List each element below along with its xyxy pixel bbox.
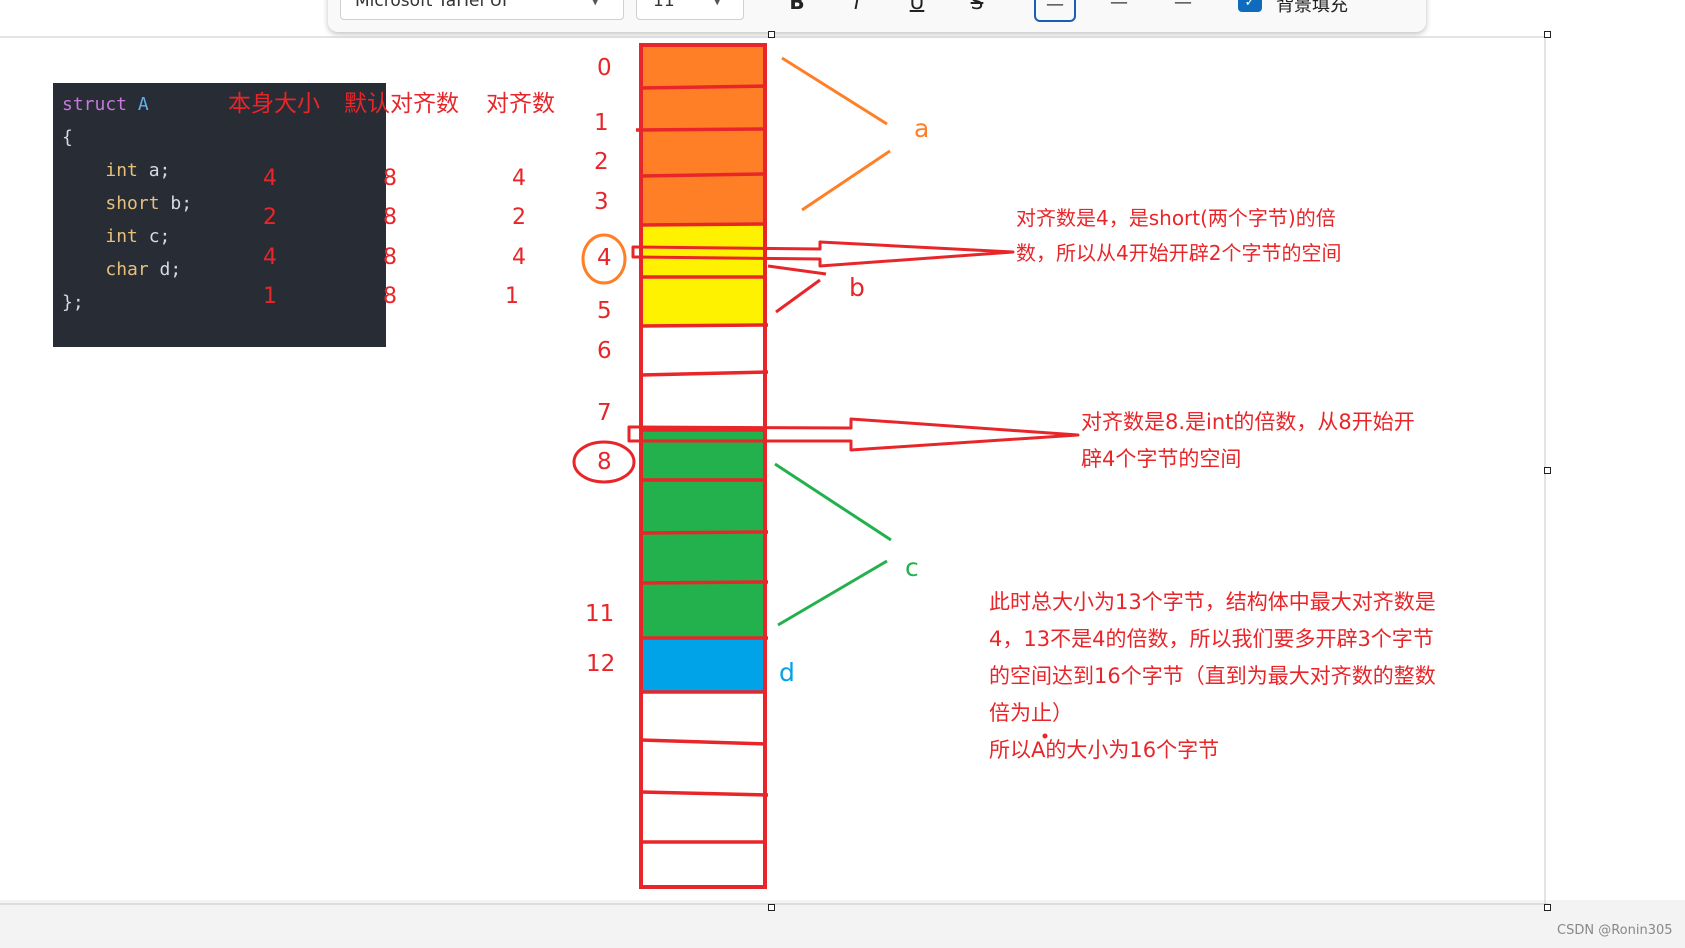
bracket-line — [801, 149, 891, 212]
row-divider — [640, 84, 768, 90]
row-divider — [640, 323, 769, 328]
member-label-b: b — [849, 273, 865, 302]
member-label-d: d — [779, 658, 795, 687]
offset-label-4: 4 — [597, 245, 612, 271]
row-divider — [640, 790, 769, 797]
memory-cell-d — [642, 638, 764, 692]
bracket-line — [774, 462, 892, 542]
note-total: 此时总大小为13个字节，结构体中最大对齐数是 4，13不是4的倍数，所以我们要多… — [989, 584, 1436, 769]
offset-label-0: 0 — [597, 55, 612, 81]
note-total-line: 4，13不是4的倍数，所以我们要多开辟3个字节 — [989, 627, 1434, 651]
row-divider — [640, 738, 768, 746]
offset-label-8: 8 — [597, 449, 612, 475]
offset-label-12: 12 — [586, 651, 616, 677]
row-divider — [640, 580, 769, 585]
row-divider — [640, 172, 767, 178]
offset-label-3: 3 — [594, 189, 609, 215]
memory-cell-b — [642, 225, 764, 325]
row-divider — [640, 222, 767, 227]
note-b: 对齐数是4，是short(两个字节)的倍 数，所以从4开始开辟2个字节的空间 — [1016, 201, 1341, 271]
member-label-c: c — [905, 553, 919, 582]
row-divider — [635, 127, 768, 132]
row-divider — [640, 370, 769, 377]
memory-layout-diagram — [572, 43, 1080, 889]
offset-label-6: 6 — [597, 338, 612, 364]
offset-label-11: 11 — [585, 601, 615, 627]
bracket-a — [781, 56, 891, 212]
bracket-line — [781, 56, 888, 126]
note-total-line: 倍为止） — [989, 701, 1073, 725]
note-c: 对齐数是8.是int的倍数，从8开始开 辟4个字节的空间 — [1081, 404, 1415, 478]
note-total-line: 的空间达到16个字节（直到为最大对齐数的整数 — [989, 664, 1436, 688]
note-total-line: 此时总大小为13个字节，结构体中最大对齐数是 — [989, 590, 1436, 614]
watermark: CSDN @Ronin305 — [1557, 923, 1673, 938]
note-b-line: 对齐数是4，是short(两个字节)的倍 — [1016, 206, 1336, 230]
bracket-b — [767, 264, 827, 314]
offset-label-2: 2 — [594, 149, 609, 175]
note-b-line: 数，所以从4开始开辟2个字节的空间 — [1016, 241, 1342, 265]
row-divider — [640, 530, 769, 535]
bracket-line — [775, 278, 821, 314]
bracket-line — [777, 559, 888, 627]
note-c-line: 辟4个字节的空间 — [1081, 447, 1242, 471]
offset-label-1: 1 — [594, 110, 609, 136]
offset-label-5: 5 — [597, 298, 612, 324]
offset-label-7: 7 — [597, 400, 612, 426]
member-label-a: a — [914, 114, 930, 143]
bracket-line — [767, 264, 827, 276]
memory-cell-a — [642, 46, 764, 225]
note-c-line: 对齐数是8.是int的倍数，从8开始开 — [1081, 410, 1415, 434]
bracket-c — [774, 462, 892, 627]
note-total-line: 所以A的大小为16个字节 — [989, 738, 1220, 762]
